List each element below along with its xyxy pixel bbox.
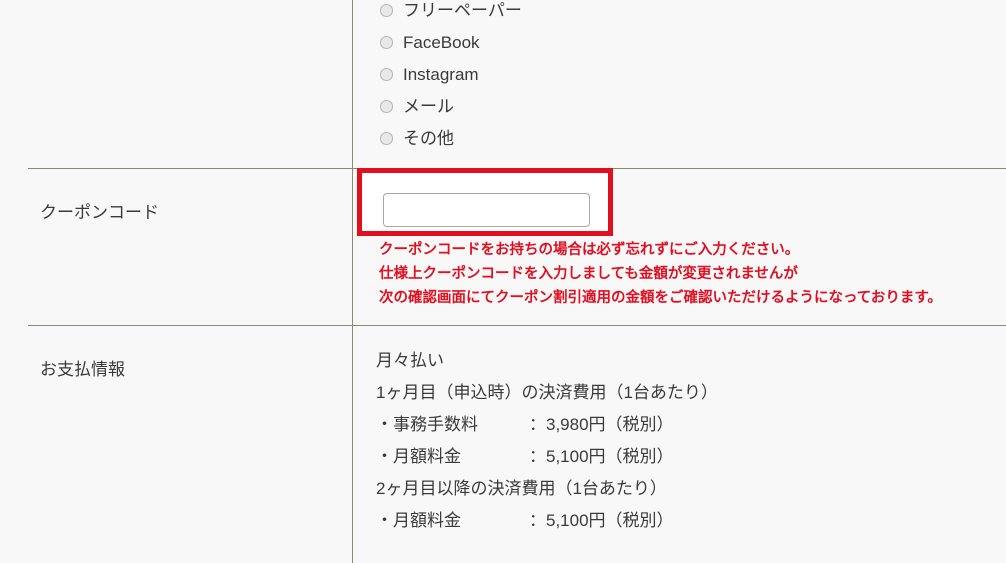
radio-option-instagram[interactable]: Instagram <box>380 58 522 90</box>
radio-option-label: Instagram <box>403 64 479 84</box>
radio-option-label: フリーペーパー <box>403 0 522 20</box>
radio-option-free-paper[interactable]: フリーペーパー <box>380 0 522 26</box>
coupon-notes: クーポンコードをお持ちの場合は必ず忘れずにご入力ください。 仕様上クーポンコード… <box>379 238 1004 310</box>
radio-circle-icon[interactable] <box>380 99 393 113</box>
payment-detail-line: 1ヶ月目（申込時）の決済費用（1台あたり） <box>376 383 718 402</box>
coupon-note-line: 次の確認画面にてクーポン割引適用の金額をご確認いただけるようになっております。 <box>379 290 942 306</box>
radio-circle-icon[interactable] <box>380 131 393 145</box>
coupon-code-input[interactable] <box>383 193 590 227</box>
payment-detail-line: 2ヶ月目以降の決済費用（1台あたり） <box>376 479 667 498</box>
payment-detail-line: ・月額料金 ：5,100円（税別） <box>376 447 674 466</box>
referral-source-row: フリーペーパー FaceBook Instagram メール その他 <box>0 0 1006 168</box>
radio-option-label: メール <box>403 96 454 116</box>
radio-option-other[interactable]: その他 <box>380 122 522 154</box>
radio-circle-icon[interactable] <box>380 67 393 81</box>
payment-info-details: 月々払い 1ヶ月目（申込時）の決済費用（1台あたり） ・事務手数料 ：3,980… <box>376 345 718 537</box>
payment-detail-line: ・事務手数料 ：3,980円（税別） <box>376 415 674 434</box>
payment-info-label: お支払情報 <box>40 360 125 379</box>
radio-circle-icon[interactable] <box>380 35 393 49</box>
radio-option-label: その他 <box>403 128 454 148</box>
radio-option-label: FaceBook <box>403 32 480 52</box>
payment-detail-line: ・月額料金 ：5,100円（税別） <box>376 511 674 530</box>
coupon-note-line: 仕様上クーポンコードを入力しましても金額が変更されませんが <box>379 266 798 282</box>
referral-source-radio-group[interactable]: フリーペーパー FaceBook Instagram メール その他 <box>380 0 522 154</box>
radio-option-facebook[interactable]: FaceBook <box>380 26 522 58</box>
radio-circle-icon[interactable] <box>380 3 393 17</box>
coupon-note-line: クーポンコードをお持ちの場合は必ず忘れずにご入力ください。 <box>379 242 800 258</box>
coupon-code-label: クーポンコード <box>40 203 159 222</box>
payment-detail-line: 月々払い <box>376 351 444 370</box>
coupon-code-row: クーポンコード クーポンコードをお持ちの場合は必ず忘れずにご入力ください。 仕様… <box>0 168 1006 325</box>
radio-option-mail[interactable]: メール <box>380 90 522 122</box>
payment-info-row: お支払情報 月々払い 1ヶ月目（申込時）の決済費用（1台あたり） ・事務手数料 … <box>0 325 1006 563</box>
application-form-table: フリーペーパー FaceBook Instagram メール その他 クーポンコ… <box>0 0 1006 563</box>
